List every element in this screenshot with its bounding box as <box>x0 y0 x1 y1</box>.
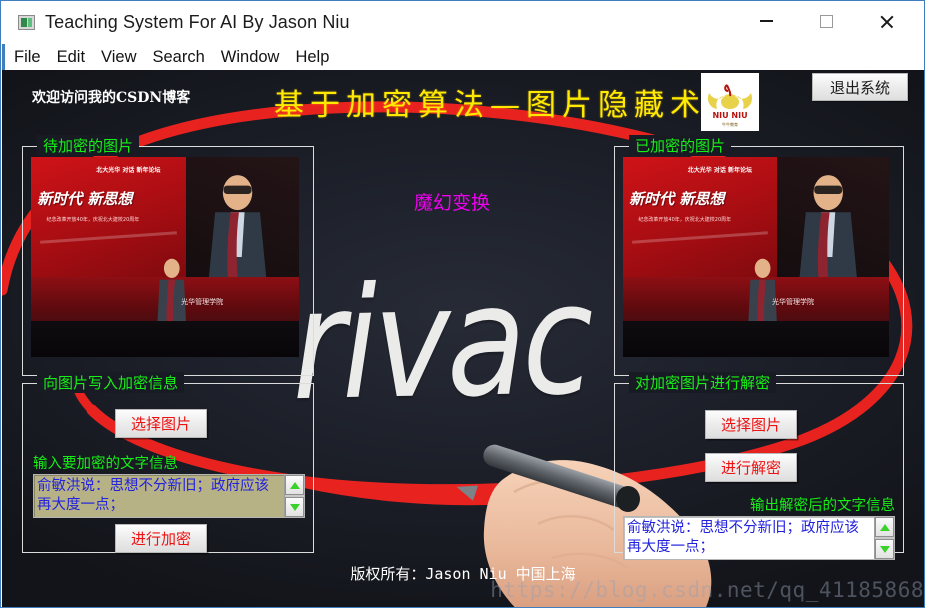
photo-banner-top: 北大光华 对话 新年论坛 <box>687 166 752 174</box>
watermark-url: https://blog.csdn.net/qq_41185868 <box>490 578 924 602</box>
group-encrypted-image: 已加密的图片 北大光华 对话 新年论坛 新时代 新思想 纪念改革开放40年，庆祝… <box>614 135 904 376</box>
magic-transform-label: 魔幻变换 <box>414 192 491 214</box>
close-icon <box>879 14 894 29</box>
logo-text: NIU NIU <box>712 111 748 120</box>
scroll-down-button[interactable] <box>285 497 304 517</box>
scroll-down-button[interactable] <box>875 539 894 559</box>
maximize-button[interactable] <box>796 1 856 41</box>
maximize-icon <box>819 14 833 28</box>
decrypt-text-output[interactable]: 俞敏洪说：思想不分新旧；政府应该再大度一点； <box>623 516 895 560</box>
chevron-down-icon <box>879 545 890 553</box>
decrypt-action-button[interactable]: 进行解密 <box>705 453 797 482</box>
menu-item-search[interactable]: Search <box>153 48 205 67</box>
output-text-label: 输出解密后的文字信息 <box>750 498 895 514</box>
photo-content: 北大光华 对话 新年论坛 新时代 新思想 纪念改革开放40年，庆祝北大建校20周… <box>623 157 889 357</box>
photo-bottom-bar <box>623 321 889 357</box>
main-canvas: rivac 欢迎访问我的CSDN博客 基于加密算法—图片隐藏术 NIU NIU … <box>2 70 924 607</box>
page-title: 基于加密算法—图片隐藏术 <box>274 88 706 123</box>
select-image-button-decrypt[interactable]: 选择图片 <box>705 410 797 439</box>
group-write-encrypted-info: 向图片写入加密信息 选择图片 输入要加密的文字信息 俞敏洪说：思想不分新旧；政府… <box>22 372 314 553</box>
menu-item-help[interactable]: Help <box>295 48 329 67</box>
menu-item-edit[interactable]: Edit <box>57 48 85 67</box>
photo-banner-sub: 纪念改革开放40年，庆祝北大建校20周年 <box>638 216 732 223</box>
scroll-up-button[interactable] <box>285 475 304 495</box>
window-title: Teaching System For AI By Jason Niu <box>45 12 350 32</box>
decrypt-output-scrollbar[interactable] <box>874 517 894 559</box>
exit-system-button[interactable]: 退出系统 <box>812 73 908 101</box>
encrypt-text-value[interactable]: 俞敏洪说：思想不分新旧；政府应该再大度一点； <box>34 475 284 517</box>
photo-banner-title: 新时代 新思想 <box>37 189 133 208</box>
minimize-button[interactable] <box>736 1 796 41</box>
menu-item-file[interactable]: File <box>14 48 41 67</box>
photo-content: 北大光华 对话 新年论坛 新时代 新思想 纪念改革开放40年，庆祝北大建校20周… <box>31 157 299 357</box>
menu-item-window[interactable]: Window <box>221 48 280 67</box>
welcome-text: 欢迎访问我的CSDN博客 <box>32 90 191 106</box>
select-image-button-encrypt[interactable]: 选择图片 <box>115 409 207 438</box>
encrypt-action-button[interactable]: 进行加密 <box>115 524 207 553</box>
photo-school-logo: 光华管理学院 <box>181 298 224 306</box>
application-window: Teaching System For AI By Jason Niu File… <box>0 0 925 608</box>
photo-banner-title: 新时代 新思想 <box>629 189 725 208</box>
minimize-icon <box>759 20 773 22</box>
encrypted-image-preview[interactable]: 北大光华 对话 新年论坛 新时代 新思想 纪念改革开放40年，庆祝北大建校20周… <box>623 157 889 357</box>
photo-bottom-bar <box>31 321 299 357</box>
niu-niu-logo: NIU NIU 牛牛教育 <box>701 73 759 131</box>
menu-item-view[interactable]: View <box>101 48 136 67</box>
group-write-info-label: 向图片写入加密信息 <box>37 372 185 393</box>
scroll-up-button[interactable] <box>875 517 894 537</box>
photo-speaker-large <box>798 175 858 285</box>
input-text-label: 输入要加密的文字信息 <box>33 456 178 472</box>
group-source-image-label: 待加密的图片 <box>37 135 140 156</box>
photo-school-logo: 光华管理学院 <box>771 298 814 306</box>
group-encrypted-image-label: 已加密的图片 <box>629 135 732 156</box>
chevron-down-icon <box>289 503 300 511</box>
chevron-up-icon <box>879 523 890 531</box>
photo-banner-top: 北大光华 对话 新年论坛 <box>96 166 161 174</box>
group-source-image: 待加密的图片 北大光华 对话 新年论坛 新时代 新思想 纪念改革开放40年，庆祝… <box>22 135 314 376</box>
photo-banner-sub: 纪念改革开放40年，庆祝北大建校20周年 <box>46 216 140 223</box>
photo-speaker-large <box>207 175 267 285</box>
close-button[interactable] <box>856 1 916 41</box>
group-decrypt-image: 对加密图片进行解密 选择图片 进行解密 输出解密后的文字信息 俞敏洪说：思想不分… <box>614 372 904 560</box>
group-decrypt-label: 对加密图片进行解密 <box>629 372 777 393</box>
encrypt-input-scrollbar[interactable] <box>284 475 304 517</box>
encrypt-text-input[interactable]: 俞敏洪说：思想不分新旧；政府应该再大度一点； <box>33 474 305 518</box>
chevron-up-icon <box>289 481 300 489</box>
decrypt-text-value[interactable]: 俞敏洪说：思想不分新旧；政府应该再大度一点； <box>624 517 874 559</box>
menu-bar: File Edit View Search Window Help <box>2 44 924 70</box>
logo-subtext: 牛牛教育 <box>722 122 738 127</box>
app-icon <box>18 15 35 30</box>
source-image-preview[interactable]: 北大光华 对话 新年论坛 新时代 新思想 纪念改革开放40年，庆祝北大建校20周… <box>31 157 299 357</box>
